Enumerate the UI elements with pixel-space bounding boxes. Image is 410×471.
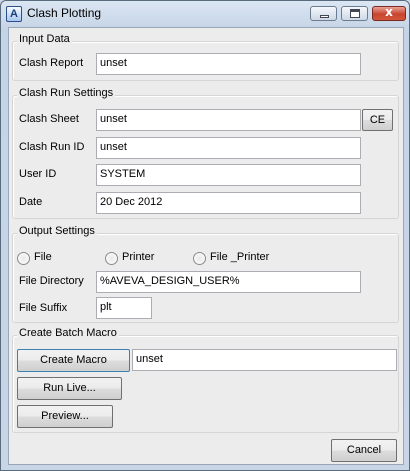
output-settings-legend: Output Settings — [17, 225, 97, 237]
date-field[interactable]: 20 Dec 2012 — [96, 192, 361, 214]
dialog-client-area: Input Data Clash Report unset Clash Run … — [8, 27, 404, 465]
maximize-icon — [350, 9, 360, 18]
file-directory-field[interactable]: %AVEVA_DESIGN_USER% — [96, 271, 361, 293]
clash-run-id-label: Clash Run ID — [19, 141, 85, 153]
clash-report-field[interactable]: unset — [96, 53, 361, 75]
clash-sheet-label: Clash Sheet — [19, 113, 79, 125]
close-icon: x — [385, 5, 393, 19]
create-batch-macro-legend: Create Batch Macro — [17, 327, 119, 339]
radio-file[interactable]: File — [17, 251, 77, 266]
radio-file-printer[interactable]: File _Printer — [193, 251, 283, 266]
user-id-label: User ID — [19, 168, 57, 180]
minimize-icon — [320, 15, 329, 18]
minimize-button[interactable] — [310, 6, 337, 21]
title-bar[interactable]: A Clash Plotting x — [1, 1, 409, 27]
radio-file-printer-circle[interactable] — [193, 252, 206, 265]
clash-plotting-window: A Clash Plotting x Input Data Clash Repo… — [0, 0, 410, 471]
close-button[interactable]: x — [372, 5, 406, 21]
file-suffix-label: File Suffix — [19, 302, 68, 314]
clash-run-settings-group: Clash Run Settings Clash Sheet unset CE … — [12, 87, 399, 219]
input-data-legend: Input Data — [17, 33, 72, 45]
clash-report-label: Clash Report — [19, 57, 84, 69]
ce-button[interactable]: CE — [362, 109, 393, 131]
clash-run-id-field[interactable]: unset — [96, 137, 361, 159]
date-label: Date — [19, 196, 43, 208]
macro-name-field[interactable]: unset — [132, 349, 397, 371]
user-id-field[interactable]: SYSTEM — [96, 164, 361, 186]
app-icon: A — [6, 6, 22, 22]
window-title: Clash Plotting — [27, 6, 102, 20]
radio-file-printer-label: File _Printer — [210, 251, 270, 263]
radio-printer[interactable]: Printer — [105, 251, 175, 266]
run-live-button[interactable]: Run Live... — [17, 377, 122, 400]
file-directory-label: File Directory — [19, 275, 84, 287]
cancel-button[interactable]: Cancel — [331, 439, 397, 462]
preview-button[interactable]: Preview... — [17, 405, 113, 428]
radio-printer-circle[interactable] — [105, 252, 118, 265]
radio-file-label: File — [34, 251, 52, 263]
create-batch-macro-group: Create Batch Macro Create Macro unset Ru… — [12, 327, 399, 433]
radio-file-circle[interactable] — [17, 252, 30, 265]
radio-printer-label: Printer — [122, 251, 155, 263]
file-suffix-field[interactable]: plt — [96, 297, 152, 319]
clash-sheet-field[interactable]: unset — [96, 109, 361, 131]
maximize-button[interactable] — [341, 6, 368, 21]
clash-run-settings-legend: Clash Run Settings — [17, 87, 116, 99]
create-macro-button[interactable]: Create Macro — [17, 349, 130, 372]
input-data-group: Input Data Clash Report unset — [12, 33, 399, 81]
output-settings-group: Output Settings File Printer File _Print… — [12, 225, 399, 323]
